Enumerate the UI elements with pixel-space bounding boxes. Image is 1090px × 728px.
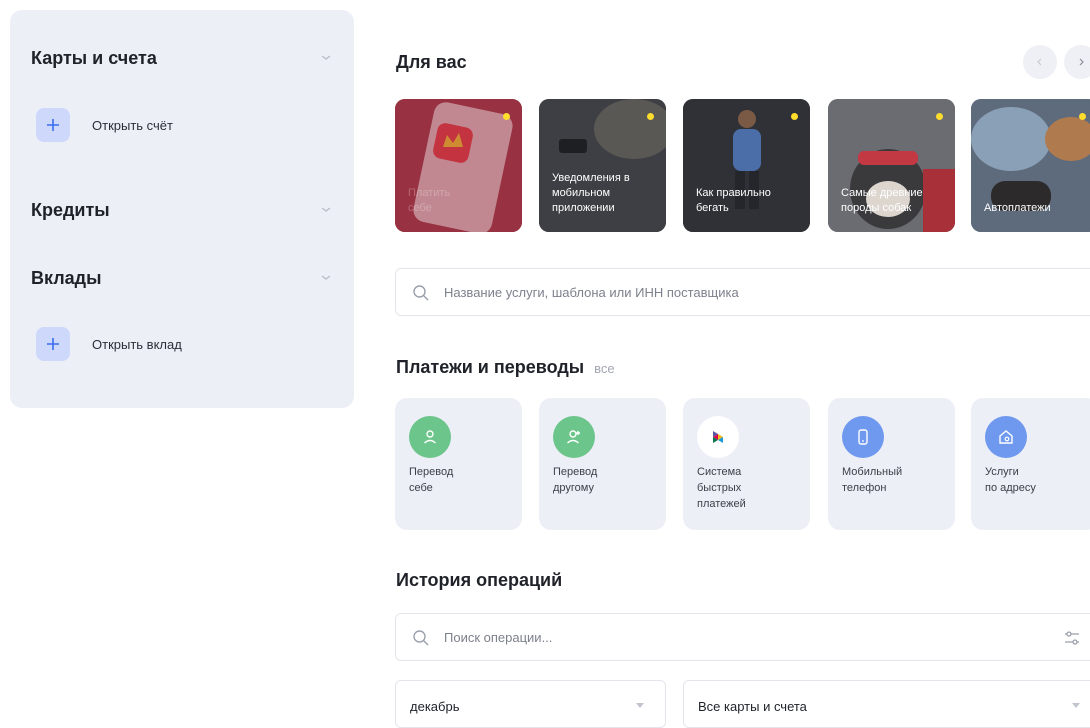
service-search-placeholder: Название услуги, шаблона или ИНН поставщ… [444, 285, 739, 300]
next-stories-button[interactable] [1064, 45, 1090, 79]
open-account-button[interactable]: Открыть счёт [36, 108, 173, 142]
accordion-credits-title: Кредиты [31, 200, 110, 220]
chevron-down-icon[interactable] [318, 270, 334, 286]
accordion-deposits-title: Вклады [31, 268, 102, 288]
month-select-value: декабрь [410, 699, 460, 714]
story-caption: Самые древние породы собак [841, 187, 923, 214]
chevron-down-icon [1072, 703, 1080, 708]
new-story-dot [791, 113, 798, 120]
payments-title: Платежи и переводы все [396, 357, 615, 378]
chevron-down-icon[interactable] [318, 50, 334, 66]
sidebar: Карты и счета Открыть счёт Кредиты Вклад… [10, 10, 354, 408]
accordion-deposits[interactable]: Вклады [31, 266, 334, 290]
story-card[interactable]: Как правильно бегать [683, 99, 810, 232]
chevron-left-icon [1037, 58, 1042, 66]
month-select[interactable]: декабрь [395, 680, 666, 728]
accounts-select[interactable]: Все карты и счета [683, 680, 1090, 728]
story-caption: Автоплатежи [984, 202, 1051, 214]
plus-icon [36, 108, 70, 142]
payment-tile-address-services[interactable]: Услуги по адресу [971, 398, 1090, 530]
accordion-cards-title: Карты и счета [31, 48, 157, 68]
person-icon [409, 416, 451, 458]
story-caption: Как правильно бегать [696, 187, 771, 214]
new-story-dot [936, 113, 943, 120]
phone-icon [842, 416, 884, 458]
history-search-placeholder: Поиск операции... [444, 630, 553, 645]
accordion-cards[interactable]: Карты и счета [31, 46, 334, 70]
new-story-dot [503, 113, 510, 120]
prev-stories-button[interactable] [1023, 45, 1057, 79]
payments-all-link[interactable]: все [594, 361, 615, 376]
payment-tile-mobile[interactable]: Мобильный телефон [828, 398, 955, 530]
payment-tile-label: Мобильный телефон [842, 466, 903, 494]
new-story-dot [1079, 113, 1086, 120]
story-card[interactable]: Уведомления в мобильном приложении [539, 99, 666, 232]
chevron-right-icon [1079, 58, 1084, 66]
chevron-down-icon[interactable] [318, 202, 334, 218]
story-caption: Уведомления в мобильном приложении [552, 172, 630, 214]
payment-tile-label: Услуги по адресу [985, 466, 1036, 494]
person-add-icon [553, 416, 595, 458]
accounts-select-value: Все карты и счета [698, 699, 807, 714]
service-search-input[interactable]: Название услуги, шаблона или ИНН поставщ… [395, 268, 1090, 316]
payments-title-text: Платежи и переводы [396, 357, 585, 377]
payment-tile-sbp[interactable]: Система быстрых платежей [683, 398, 810, 530]
story-caption: Платить себе [408, 187, 451, 214]
open-account-label: Открыть счёт [92, 117, 173, 133]
payment-tile-self-transfer[interactable]: Перевод себе [395, 398, 522, 530]
history-search-input[interactable]: Поиск операции... [395, 613, 1090, 661]
filter-icon[interactable] [1063, 629, 1081, 647]
payment-tile-label: Перевод другому [553, 466, 598, 494]
new-story-dot [647, 113, 654, 120]
search-icon [413, 630, 429, 646]
payment-tile-label: Система быстрых платежей [697, 466, 746, 510]
accordion-credits[interactable]: Кредиты [31, 198, 334, 222]
story-card[interactable]: Самые древние породы собак [828, 99, 955, 232]
story-card[interactable]: Платить себе [395, 99, 522, 232]
chevron-down-icon [636, 703, 644, 708]
history-title: История операций [396, 570, 563, 590]
payment-tile-label: Перевод себе [409, 466, 454, 494]
sbp-logo-icon [697, 416, 739, 458]
for-you-title: Для вас [396, 52, 467, 72]
payment-tile-transfer-other[interactable]: Перевод другому [539, 398, 666, 530]
open-deposit-button[interactable]: Открыть вклад [36, 327, 182, 361]
house-icon [985, 416, 1027, 458]
open-deposit-label: Открыть вклад [92, 336, 182, 352]
search-icon [413, 285, 429, 301]
story-card[interactable]: Автоплатежи [971, 99, 1090, 232]
plus-icon [36, 327, 70, 361]
